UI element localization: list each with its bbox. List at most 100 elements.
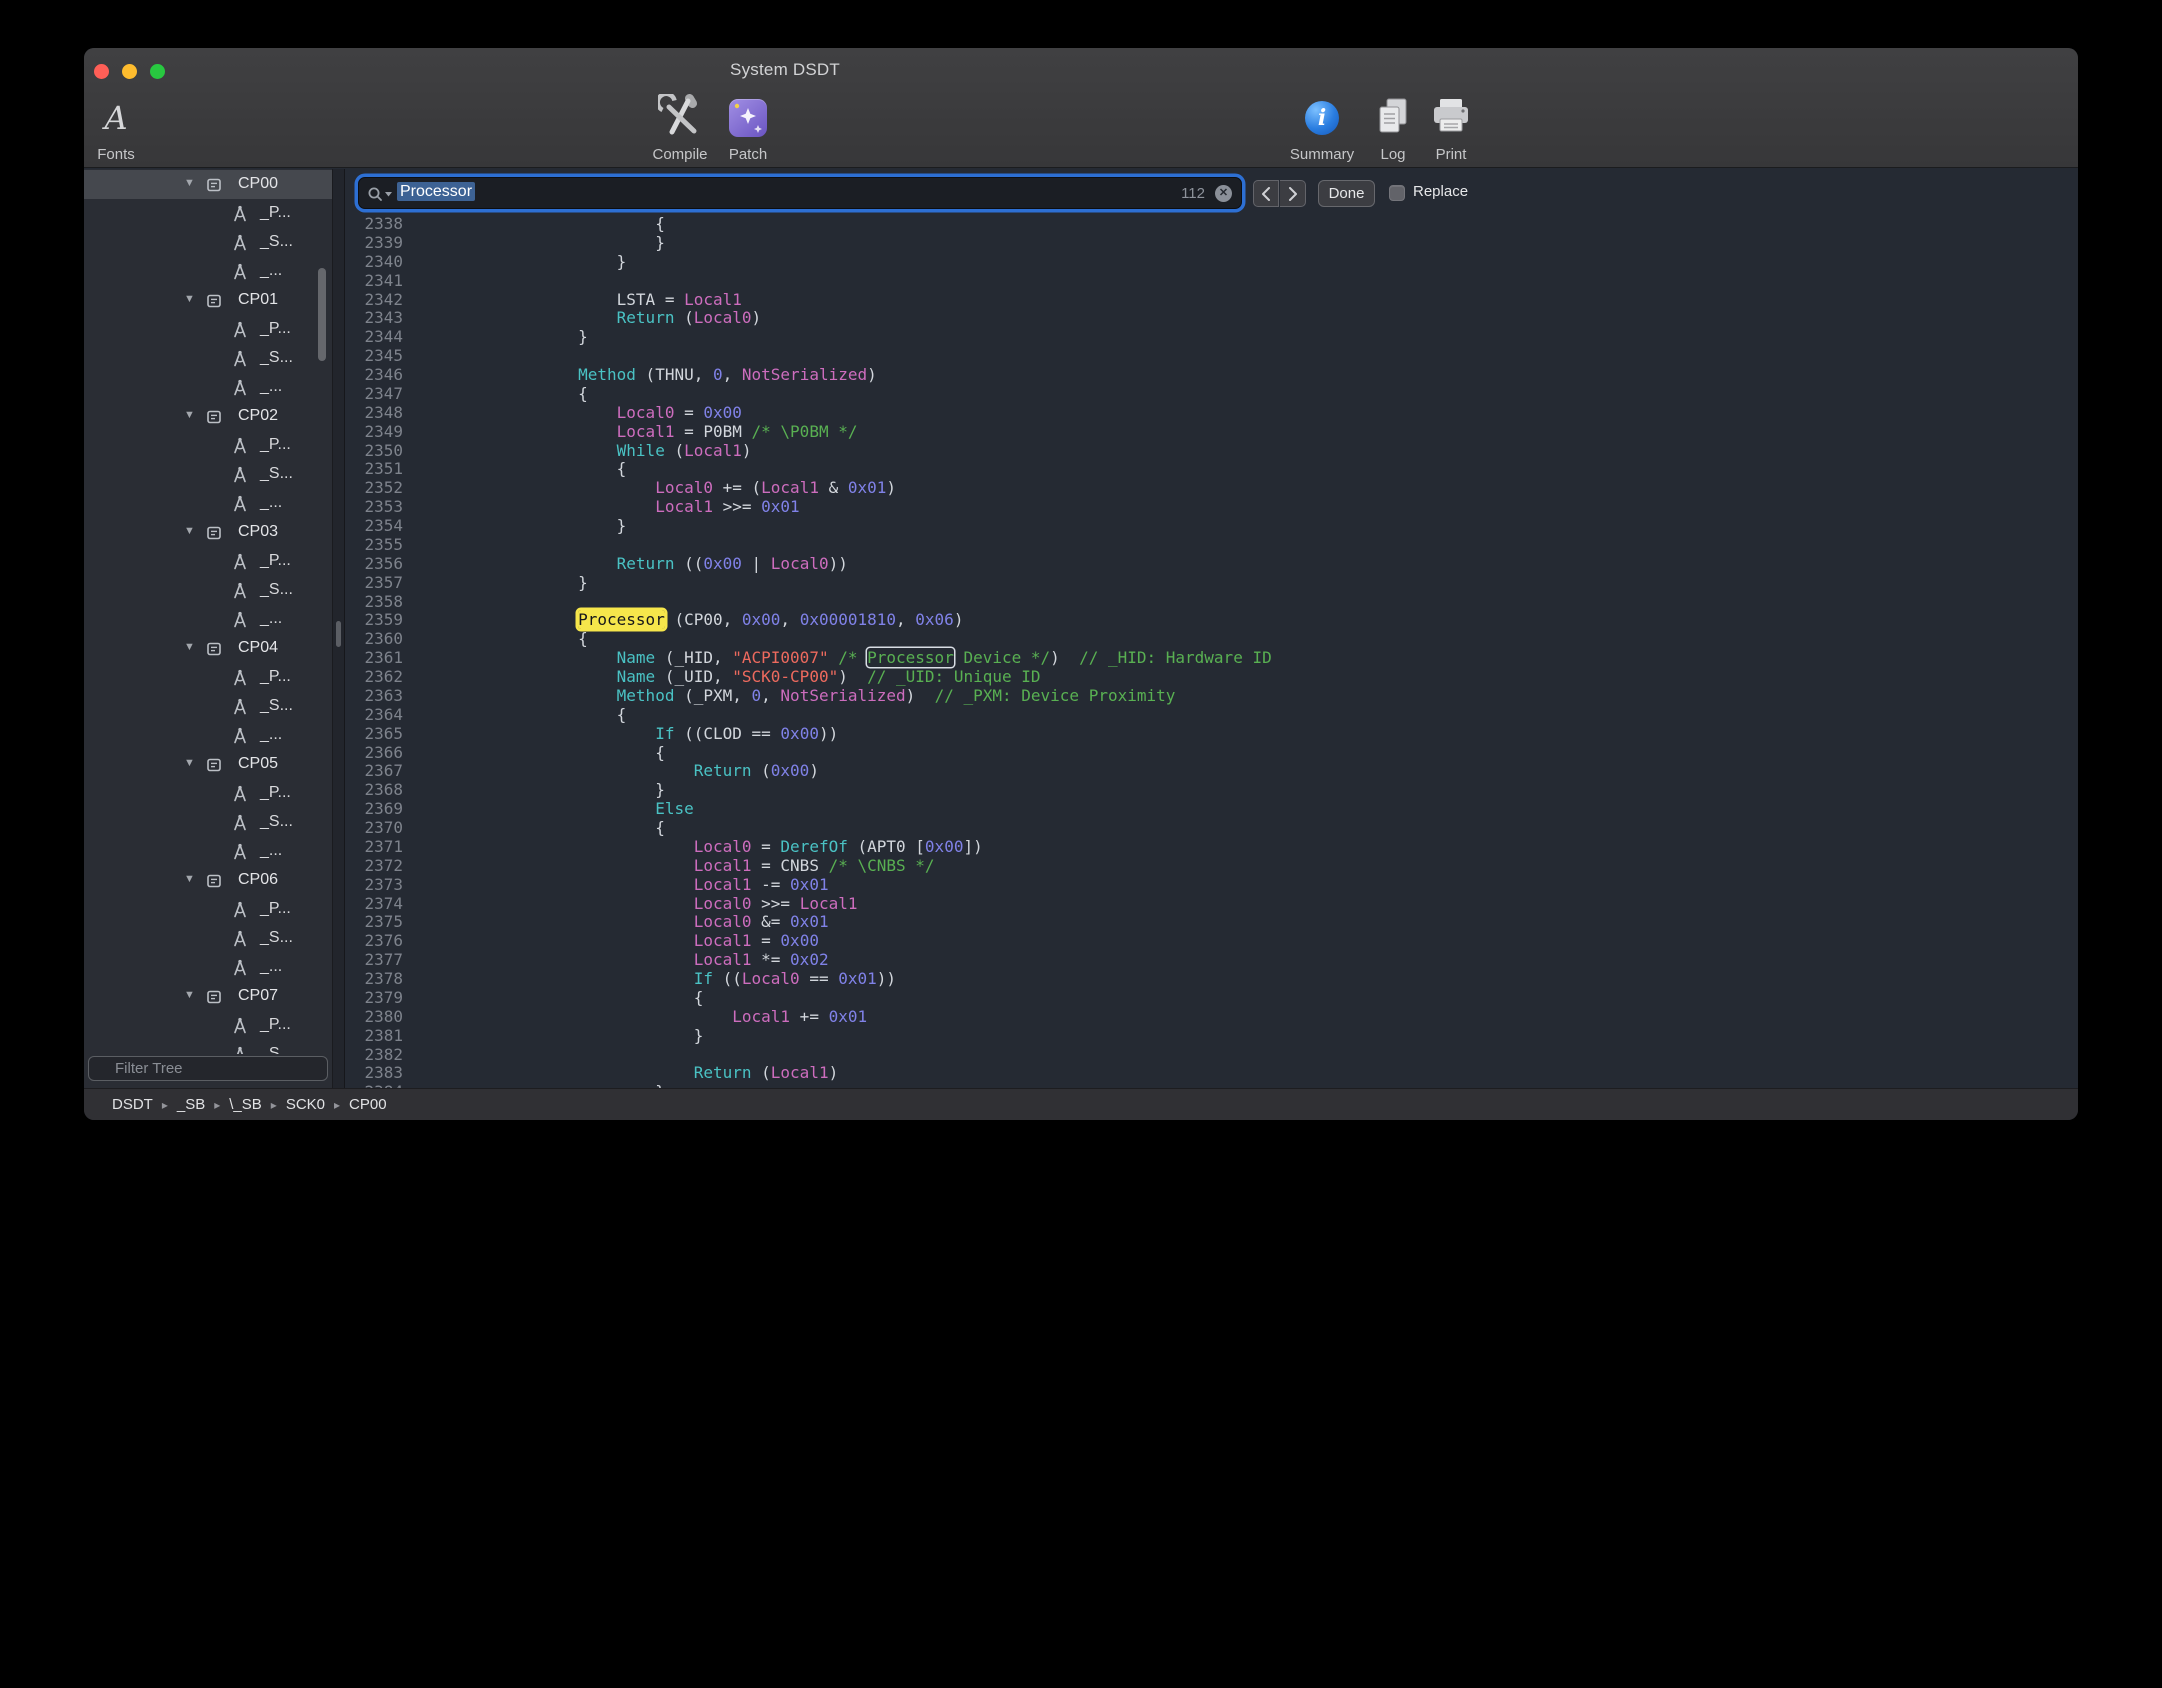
tree-item-cp06-method[interactable]: _P... [84,895,332,924]
line-number: 2346 [345,366,403,385]
tree-item-cp04-method[interactable]: _P... [84,663,332,692]
code-token: { [424,215,665,233]
tree-item-cp03-method[interactable]: _S... [84,576,332,605]
breadcrumb-item[interactable]: CP00 [349,1096,387,1113]
tree-item-cp05-method[interactable]: _P... [84,779,332,808]
clear-search-button[interactable]: ✕ [1215,185,1232,202]
code-token: Local1 [684,290,742,309]
breadcrumb-item[interactable]: DSDT [112,1096,153,1113]
toolbar-item-fonts[interactable]: A Fonts [84,92,148,163]
filter-tree-input[interactable] [88,1056,328,1081]
tree-item-cp00-method[interactable]: _P... [84,199,332,228]
tree-item-label: _S... [260,929,293,947]
tree-item-cp02[interactable]: ▼CP02 [84,402,332,431]
tree-item-cp05-method[interactable]: _... [84,837,332,866]
code-line-2380: 2380 Local1 += 0x01 [345,1008,2078,1027]
breadcrumb-item[interactable]: \_SB [229,1096,262,1113]
code-token: Local0 [617,403,675,422]
code-token: // _HID: Hardware ID [1079,648,1272,667]
toolbar-label: Patch [720,146,776,163]
close-button[interactable] [94,64,109,79]
tree-item-cp01[interactable]: ▼CP01 [84,286,332,315]
tree-item-cp01-method[interactable]: _S... [84,344,332,373]
tree-item-cp00[interactable]: ▼CP00 [84,170,332,199]
code-token [424,856,694,875]
tree-item-cp07-method[interactable]: _S... [84,1040,332,1054]
code-token: = [752,837,781,856]
code-token: { [424,629,588,648]
tree-item-cp03-method[interactable]: _P... [84,547,332,576]
tree-item-cp04-method[interactable]: _... [84,721,332,750]
sidebar-scrollbar[interactable] [318,268,326,361]
toolbar-item-log[interactable]: Log [1369,92,1417,163]
code-token: >>= [752,894,800,913]
line-number: 2369 [345,800,403,819]
disclosure-triangle-icon[interactable]: ▼ [184,874,195,885]
code-token: { [424,818,665,837]
tree-item-cp03[interactable]: ▼CP03 [84,518,332,547]
find-bar: Processor 112 ✕ Done Replace [345,169,2078,215]
zoom-button[interactable] [150,64,165,79]
done-button[interactable]: Done [1318,180,1375,207]
search-query-text[interactable]: Processor [397,183,475,201]
search-field[interactable]: Processor 112 ✕ [358,177,1242,209]
tree-item-cp01-method[interactable]: _... [84,373,332,402]
disclosure-triangle-icon[interactable]: ▼ [184,642,195,653]
tree-item-cp07-method[interactable]: _P... [84,1011,332,1040]
disclosure-triangle-icon[interactable]: ▼ [184,990,195,1001]
tree-item-cp01-method[interactable]: _P... [84,315,332,344]
find-previous-button[interactable] [1253,180,1279,207]
split-divider[interactable] [332,169,345,1088]
divider-handle-icon[interactable] [336,621,341,647]
tree-item-cp02-method[interactable]: _S... [84,460,332,489]
disclosure-triangle-icon[interactable]: ▼ [184,178,195,189]
replace-checkbox[interactable] [1389,185,1405,201]
code-token: Return [694,761,752,780]
toolbar-item-patch[interactable]: Patch [720,92,776,163]
tree-item-cp06[interactable]: ▼CP06 [84,866,332,895]
replace-label[interactable]: Replace [1413,183,1468,200]
tree-item-cp07[interactable]: ▼CP07 [84,982,332,1011]
minimize-button[interactable] [122,64,137,79]
code-line-2356: 2356 Return ((0x00 | Local0)) [345,555,2078,574]
breadcrumb-item[interactable]: SCK0 [286,1096,325,1113]
breadcrumb-item[interactable]: _SB [177,1096,205,1113]
code-line-2359: 2359 Processor (CP00, 0x00, 0x00001810, … [345,611,2078,630]
code-token: | [742,554,771,573]
disclosure-triangle-icon[interactable]: ▼ [184,758,195,769]
tree-item-cp02-method[interactable]: _... [84,489,332,518]
code-token: Return [694,1063,752,1082]
code-line-2350: 2350 While (Local1) [345,442,2078,461]
line-number: 2340 [345,253,403,272]
code-line-2371: 2371 Local0 = DerefOf (APT0 [0x00]) [345,838,2078,857]
toolbar-item-summary[interactable]: i Summary [1284,92,1360,163]
filter-area [84,1054,332,1088]
tree-item-cp06-method[interactable]: _S... [84,924,332,953]
tree-item-cp00-method[interactable]: _... [84,257,332,286]
find-next-button[interactable] [1280,180,1306,207]
tree-item-cp02-method[interactable]: _P... [84,431,332,460]
toolbar-item-compile[interactable]: Compile [642,92,718,163]
scope-icon [204,523,224,548]
tree-item-cp04-method[interactable]: _S... [84,692,332,721]
method-compass-icon [230,813,250,838]
tree-item-cp00-method[interactable]: _S... [84,228,332,257]
tree-item-cp05-method[interactable]: _S... [84,808,332,837]
method-compass-icon [230,581,250,606]
code-token [424,441,617,460]
tree-item-cp06-method[interactable]: _... [84,953,332,982]
search-menu-icon[interactable] [367,186,395,207]
tree-item-cp05[interactable]: ▼CP05 [84,750,332,779]
tree-item-cp04[interactable]: ▼CP04 [84,634,332,663]
code-token: // _PXM: Device Proximity [935,686,1176,705]
search-match-current-outline: Processor [867,648,954,667]
toolbar-item-print[interactable]: Print [1427,92,1475,163]
line-number: 2362 [345,668,403,687]
disclosure-triangle-icon[interactable]: ▼ [184,526,195,537]
code-area[interactable]: 2338 {2339 }2340 }23412342 LSTA = Local1… [345,215,2078,1088]
tree-item-cp03-method[interactable]: _... [84,605,332,634]
code-line-2355: 2355 [345,536,2078,555]
disclosure-triangle-icon[interactable]: ▼ [184,410,195,421]
disclosure-triangle-icon[interactable]: ▼ [184,294,195,305]
code-token: ) [1050,648,1079,667]
